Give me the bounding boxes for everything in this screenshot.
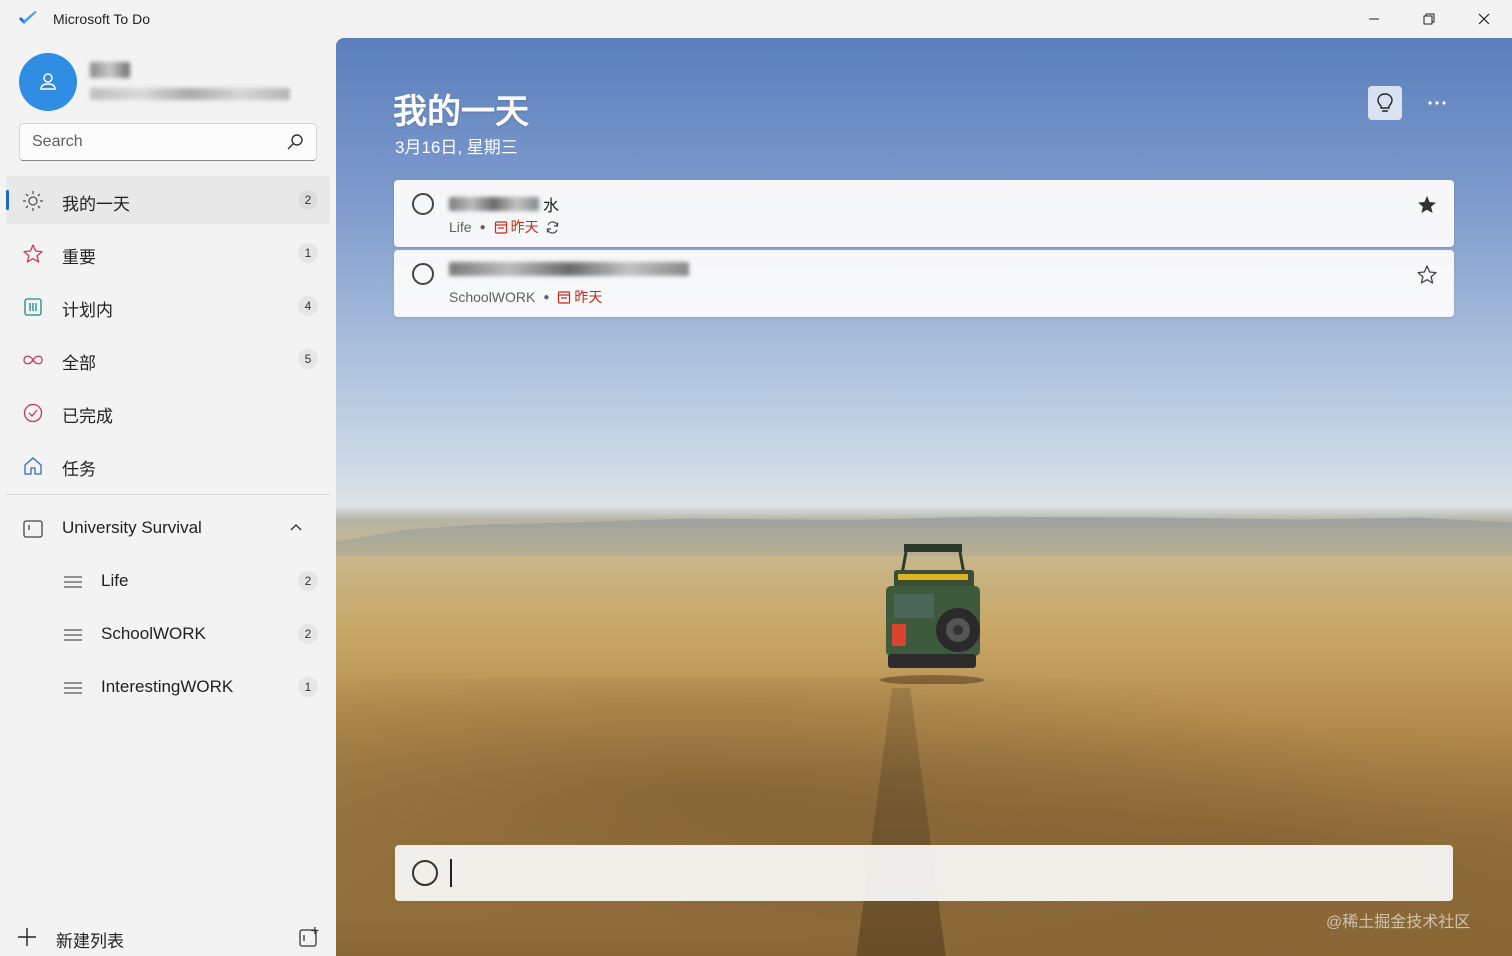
item-count-badge: 5 xyxy=(298,349,318,369)
list-lines-icon xyxy=(64,682,82,694)
calendar-grid-icon xyxy=(24,298,42,316)
sidebar-item-label: 已完成 xyxy=(62,407,113,426)
task-list-name: Life xyxy=(449,219,472,235)
task-title-visible-text: 水 xyxy=(543,198,560,215)
calendar-icon xyxy=(494,221,507,234)
star-icon xyxy=(23,244,43,263)
chevron-up-icon[interactable] xyxy=(288,520,304,536)
restore-icon xyxy=(1423,13,1434,25)
sidebar-item-my-day[interactable]: 我的一天 2 xyxy=(6,176,330,224)
list-label: SchoolWORK xyxy=(101,624,206,643)
add-task-bar[interactable] xyxy=(395,845,1453,901)
list-label: Life xyxy=(101,571,129,590)
sidebar-item-label: 计划内 xyxy=(62,301,113,320)
title-bar: Microsoft To Do xyxy=(0,0,1512,38)
sidebar-item-important[interactable]: 重要 1 xyxy=(6,229,330,277)
task-due-date: 昨天 xyxy=(494,217,539,237)
add-task-input[interactable] xyxy=(450,859,1430,887)
list-lines-icon xyxy=(64,576,82,588)
sidebar-item-label: 我的一天 xyxy=(62,195,130,214)
avatar[interactable] xyxy=(19,53,77,111)
new-list-button[interactable]: 新建列表 xyxy=(56,927,124,952)
item-count-badge: 2 xyxy=(298,624,318,644)
sidebar-item-schoolwork[interactable]: SchoolWORK 2 xyxy=(6,610,330,658)
new-group-icon[interactable] xyxy=(298,926,320,948)
group-label: University Survival xyxy=(62,518,202,537)
group-folder-icon xyxy=(23,520,43,538)
redacted-text xyxy=(449,262,689,276)
item-count-badge: 1 xyxy=(298,243,318,263)
minimize-icon xyxy=(1368,18,1379,20)
task-item[interactable]: 水 Life ● 昨天 xyxy=(394,180,1454,247)
list-lines-icon xyxy=(64,629,82,641)
search-box[interactable] xyxy=(19,123,317,161)
complete-task-checkbox[interactable] xyxy=(412,263,434,285)
sidebar-item-label: 重要 xyxy=(62,248,96,267)
sidebar-item-label: 任务 xyxy=(62,460,96,479)
plus-icon[interactable] xyxy=(16,926,38,948)
sidebar-item-planned[interactable]: 计划内 4 xyxy=(6,282,330,330)
search-input[interactable] xyxy=(32,132,282,152)
suggestions-button[interactable] xyxy=(1368,86,1402,120)
more-dots-icon xyxy=(1428,101,1446,105)
task-meta: SchoolWORK ● 昨天 xyxy=(449,287,602,307)
complete-task-checkbox[interactable] xyxy=(412,193,434,215)
main-panel: 我的一天 3月16日, 星期三 水 Life ● 昨天 SchoolWORK ●… xyxy=(336,38,1512,956)
list-label: InterestingWORK xyxy=(101,677,234,696)
more-options-button[interactable] xyxy=(1420,88,1454,118)
sidebar-divider xyxy=(6,494,330,495)
item-count-badge: 2 xyxy=(298,190,318,210)
task-title[interactable] xyxy=(449,262,693,276)
user-name-redacted xyxy=(90,62,130,78)
close-icon xyxy=(1478,13,1489,25)
close-button[interactable] xyxy=(1456,0,1511,38)
redacted-text xyxy=(449,197,539,211)
sidebar-item-all[interactable]: 全部 5 xyxy=(6,335,330,383)
todo-logo-icon xyxy=(19,11,37,24)
repeat-icon xyxy=(546,220,558,234)
meta-separator: ● xyxy=(543,291,550,303)
item-count-badge: 2 xyxy=(298,571,318,591)
infinity-icon xyxy=(23,355,43,365)
restore-button[interactable] xyxy=(1401,0,1456,38)
meta-separator: ● xyxy=(479,221,486,233)
active-indicator xyxy=(6,190,9,210)
due-label: 昨天 xyxy=(574,289,603,305)
lightbulb-icon xyxy=(1377,93,1393,112)
watermark: @稀土掘金技术社区 xyxy=(1326,914,1471,931)
sidebar-item-label: 全部 xyxy=(62,354,96,373)
task-item[interactable]: SchoolWORK ● 昨天 xyxy=(394,250,1454,317)
person-icon xyxy=(40,73,56,90)
task-title[interactable]: 水 xyxy=(449,192,559,216)
star-outline-icon[interactable] xyxy=(1416,264,1438,286)
home-icon xyxy=(24,457,42,475)
calendar-icon xyxy=(558,291,571,304)
page-title: 我的一天 xyxy=(393,93,529,131)
sidebar: 我的一天 2 重要 1 计划内 4 全部 5 已完成 任务 xyxy=(0,38,336,956)
check-circle-icon xyxy=(23,403,43,423)
app-title: Microsoft To Do xyxy=(53,11,150,27)
sidebar-group-university-survival[interactable]: University Survival xyxy=(6,504,330,552)
sidebar-item-tasks[interactable]: 任务 xyxy=(6,441,330,489)
background-jeep-illustration xyxy=(880,544,984,684)
task-list-name: SchoolWORK xyxy=(449,289,536,305)
due-label: 昨天 xyxy=(510,219,539,235)
add-task-circle-icon xyxy=(412,860,438,886)
item-count-badge: 4 xyxy=(298,296,318,316)
sun-icon xyxy=(23,191,43,211)
sidebar-item-interestingwork[interactable]: InterestingWORK 1 xyxy=(6,663,330,711)
star-filled-icon[interactable] xyxy=(1416,194,1438,216)
user-email-redacted xyxy=(90,88,290,100)
task-meta: Life ● 昨天 xyxy=(449,217,560,237)
new-list-row: 新建列表 xyxy=(0,908,336,956)
sidebar-item-life[interactable]: Life 2 xyxy=(6,557,330,605)
sidebar-item-completed[interactable]: 已完成 xyxy=(6,388,330,436)
page-date: 3月16日, 星期三 xyxy=(395,138,518,157)
item-count-badge: 1 xyxy=(298,677,318,697)
search-icon[interactable] xyxy=(286,133,304,151)
minimize-button[interactable] xyxy=(1346,0,1401,38)
task-due-date: 昨天 xyxy=(557,287,602,307)
